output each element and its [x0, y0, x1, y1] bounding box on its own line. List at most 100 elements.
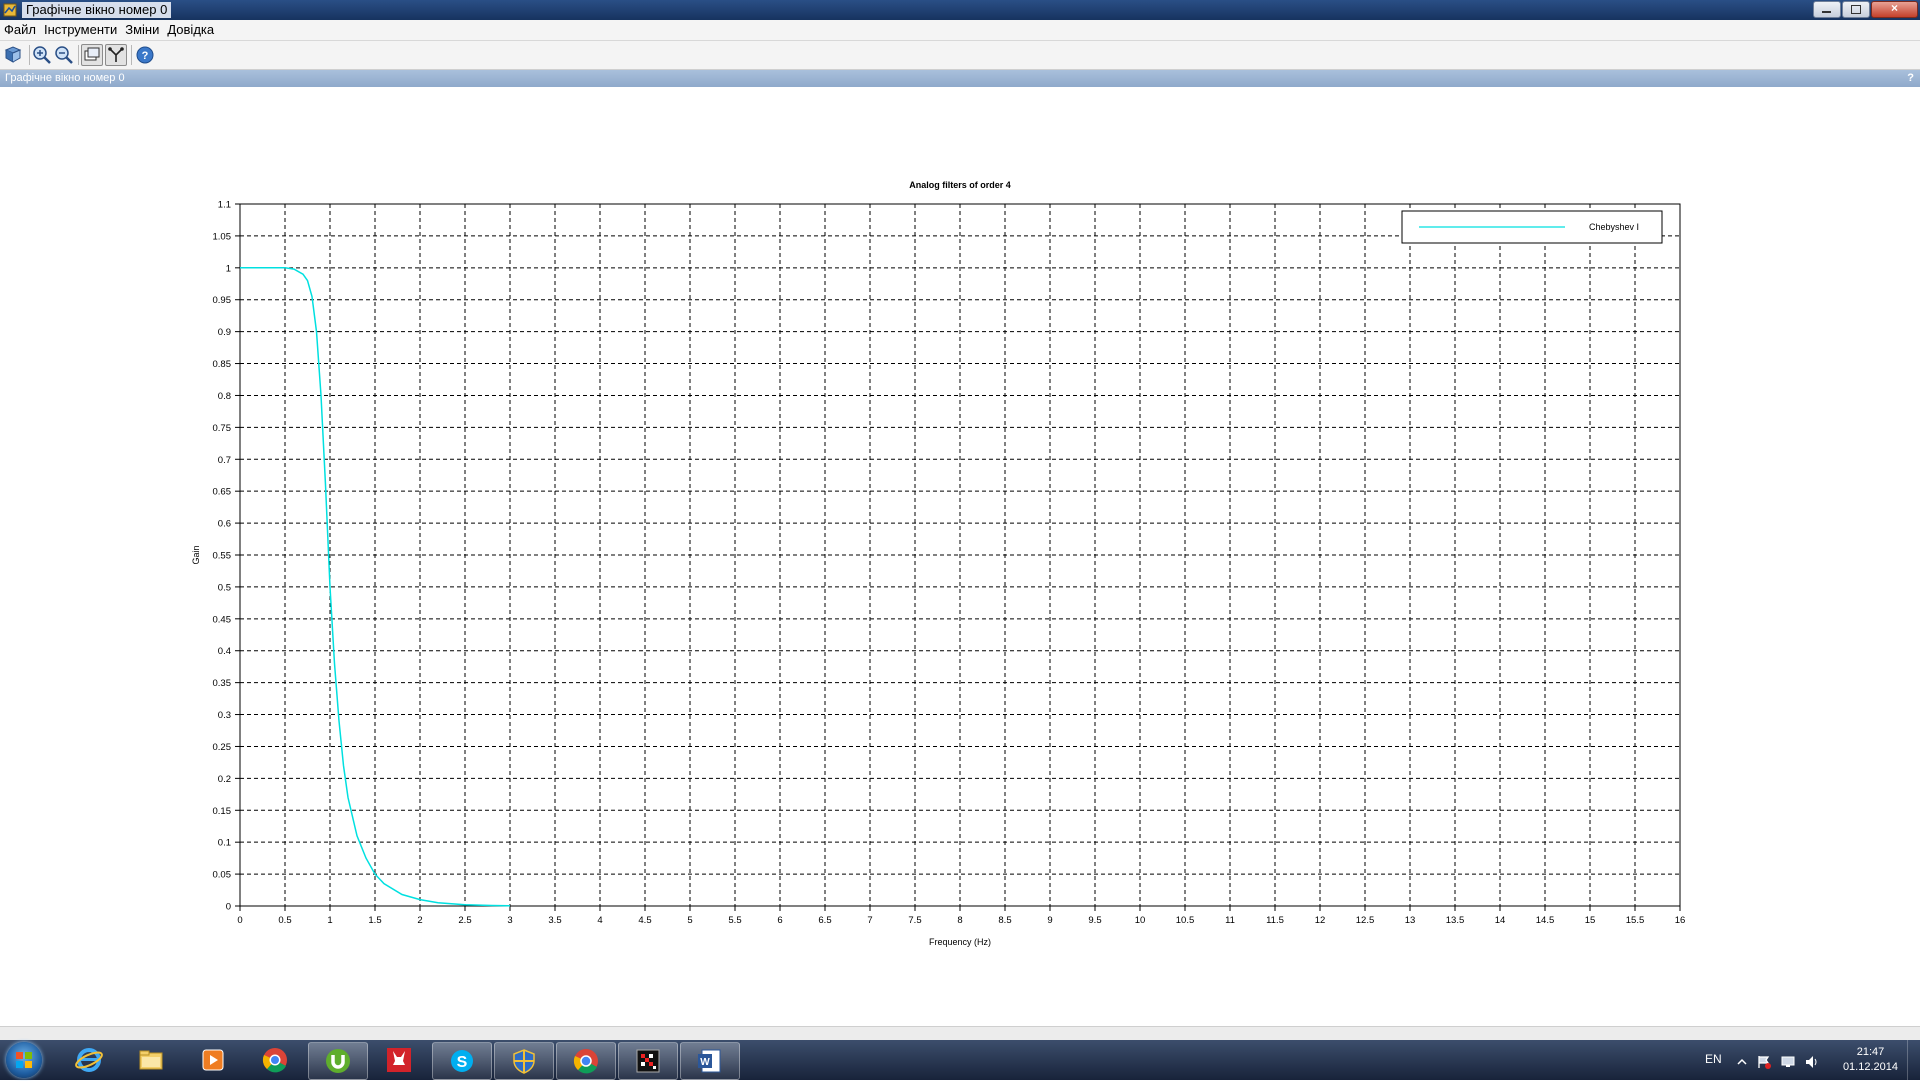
y-tick-label: 0	[226, 902, 231, 913]
document-name: Графічне вікно номер 0	[5, 72, 125, 84]
zoom-out-icon	[55, 46, 73, 64]
show-hidden-icons-icon[interactable]	[1736, 1056, 1748, 1068]
taskbar-app-security[interactable]	[494, 1042, 554, 1080]
show-desktop-button[interactable]	[1907, 1040, 1920, 1080]
minimize-button[interactable]	[1813, 1, 1841, 18]
x-tick-label: 14	[1495, 915, 1506, 926]
menu-edit[interactable]: Зміни	[121, 20, 163, 40]
svg-text:?: ?	[142, 50, 149, 62]
y-tick-label: 1	[226, 263, 231, 274]
plot[interactable]: 0 0.5 1 1.5 2 2.5 3 3.5 4 4.5 5 5.5 6 6.5 7 7.5 8 8.5 9 9.5…	[0, 87, 1920, 1026]
system-clock[interactable]: 21:47 01.12.2014	[1843, 1045, 1898, 1075]
y-tick-label: 0.5	[218, 582, 231, 593]
y-tick-label: 0.65	[213, 487, 232, 498]
media-player-icon	[202, 1049, 224, 1071]
y-tick-label: 0.95	[213, 295, 232, 306]
x-tick-label: 16	[1675, 915, 1686, 926]
y-tick-label: 0.25	[213, 742, 232, 753]
y-tick-label: 0.4	[218, 646, 231, 657]
zoom-in-icon	[33, 46, 51, 64]
document-bar: Графічне вікно номер 0 ?	[0, 70, 1920, 87]
taskbar-app-media-player[interactable]	[184, 1042, 242, 1078]
x-tick-label: 4.5	[638, 915, 651, 926]
y-tick-label: 0.45	[213, 614, 232, 625]
menu-bar: Файл Інструменти Зміни Довідка	[0, 20, 1920, 41]
toolbar-separator	[29, 45, 30, 65]
toolbar: ?	[0, 41, 1920, 70]
x-tick-label: 2.5	[458, 915, 471, 926]
y-axis-label: Gain	[191, 545, 201, 564]
x-tick-label: 2	[417, 915, 422, 926]
menu-help[interactable]: Довідка	[163, 20, 218, 40]
x-tick-label: 10.5	[1176, 915, 1195, 926]
zoom-in-button[interactable]	[31, 44, 53, 66]
y-tick-label: 0.2	[218, 774, 231, 785]
taskbar-app-scilab[interactable]	[618, 1042, 678, 1080]
svg-text:S: S	[457, 1054, 468, 1071]
x-tick-label: 11	[1225, 915, 1235, 926]
zynga-icon	[387, 1048, 411, 1072]
restore-button[interactable]	[1842, 1, 1870, 18]
y-ticks: 0 0.05 0.1 0.15 0.2 0.25 0.3 0.35 0.4 0.45 0.5 0.55…	[213, 200, 240, 913]
rotate-button[interactable]	[2, 44, 24, 66]
menu-tools[interactable]: Інструменти	[40, 20, 121, 40]
taskbar-app-word[interactable]: W	[680, 1042, 740, 1080]
y-tick-label: 1.1	[218, 200, 231, 211]
x-ticks: 0 0.5 1 1.5 2 2.5 3 3.5 4 4.5 5 5.5 6 6.5 7 7.5 8 8.5 9 9.5…	[237, 906, 1685, 926]
taskbar-app-zynga[interactable]	[370, 1042, 428, 1078]
x-tick-label: 14.5	[1536, 915, 1555, 926]
taskbar-app-internet-explorer[interactable]	[60, 1042, 118, 1078]
word-icon: W	[698, 1049, 721, 1073]
windows-start-icon	[16, 1052, 32, 1068]
y-tick-label: 0.7	[218, 455, 231, 466]
x-tick-label: 5.5	[728, 915, 741, 926]
x-tick-label: 15.5	[1626, 915, 1645, 926]
internet-explorer-icon	[75, 1048, 103, 1072]
y-tick-label: 0.8	[218, 391, 231, 402]
skype-icon: S	[451, 1050, 473, 1072]
volume-icon[interactable]	[1804, 1054, 1820, 1070]
y-tick-label: 0.1	[218, 838, 231, 849]
rotate-icon	[4, 46, 22, 63]
close-icon: ×	[1890, 1, 1898, 15]
y-tick-label: 0.55	[213, 551, 232, 562]
window-title: Графічне вікно номер 0	[22, 2, 172, 18]
x-tick-label: 3	[507, 915, 512, 926]
start-button[interactable]	[6, 1042, 42, 1078]
edit-axes-icon	[108, 47, 124, 62]
security-shield-icon	[513, 1049, 535, 1074]
x-tick-label: 13.5	[1446, 915, 1465, 926]
x-tick-label: 13	[1405, 915, 1416, 926]
edit-axes-button[interactable]	[105, 44, 127, 66]
x-tick-label: 7	[867, 915, 872, 926]
action-center-flag-icon[interactable]	[1756, 1054, 1772, 1070]
horizontal-scrollbar[interactable]	[0, 1026, 1920, 1041]
taskbar-app-file-explorer[interactable]	[122, 1042, 180, 1078]
x-tick-label: 11.5	[1266, 915, 1284, 926]
taskbar-app-utorrent[interactable]	[308, 1042, 368, 1080]
figure-canvas[interactable]: 0 0.5 1 1.5 2 2.5 3 3.5 4 4.5 5 5.5 6 6.5 7 7.5 8 8.5 9 9.5…	[0, 87, 1920, 1026]
svg-text:W: W	[700, 1057, 710, 1068]
y-tick-label: 0.75	[213, 423, 232, 434]
dock-help-button[interactable]: ?	[1907, 71, 1914, 86]
taskbar-app-skype[interactable]: S	[432, 1042, 492, 1080]
y-tick-label: 0.9	[218, 327, 231, 338]
y-tick-label: 0.6	[218, 519, 231, 530]
chrome-icon	[262, 1048, 287, 1073]
x-tick-label: 0	[237, 915, 242, 926]
network-icon[interactable]	[1780, 1054, 1796, 1070]
close-button[interactable]: ×	[1871, 1, 1918, 18]
menu-file[interactable]: Файл	[0, 20, 40, 40]
chrome-user-icon	[573, 1049, 598, 1074]
taskbar-app-chrome[interactable]	[246, 1042, 304, 1078]
taskbar-app-chrome-profile[interactable]	[556, 1042, 616, 1080]
x-tick-label: 1.5	[368, 915, 381, 926]
scilab-icon	[636, 1049, 660, 1073]
scilab-app-icon	[3, 3, 17, 17]
y-tick-label: 1.05	[213, 231, 232, 242]
datatip-button[interactable]	[81, 44, 103, 66]
zoom-out-button[interactable]	[53, 44, 75, 66]
window-titlebar: Графічне вікно номер 0 ×	[0, 0, 1920, 20]
language-indicator[interactable]: EN	[1705, 1052, 1722, 1066]
help-button[interactable]: ?	[134, 44, 156, 66]
